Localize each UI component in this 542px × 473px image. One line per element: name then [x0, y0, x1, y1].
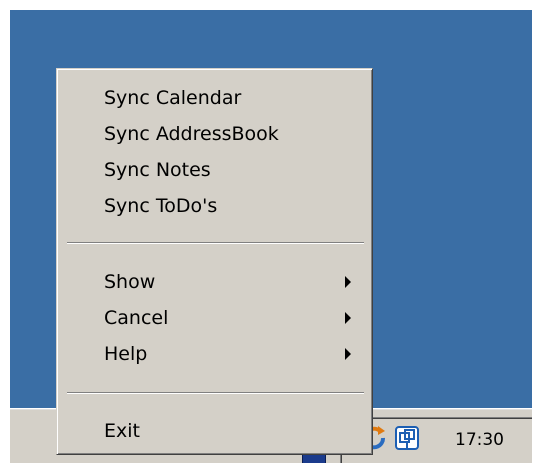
menu-item-show[interactable]: Show: [60, 264, 369, 300]
desktop: 17:30 Sync Calendar Sync AddressBook Syn…: [10, 10, 532, 463]
submenu-arrow-icon: [345, 276, 351, 288]
context-menu: Sync Calendar Sync AddressBook Sync Note…: [56, 68, 373, 455]
menu-item-label: Sync Calendar: [104, 87, 242, 109]
menu-item-label: Show: [104, 271, 156, 293]
menu-item-label: Cancel: [104, 307, 169, 329]
menu-item-sync-notes[interactable]: Sync Notes: [60, 152, 369, 188]
menu-separator: [67, 242, 364, 244]
menu-item-help[interactable]: Help: [60, 336, 369, 372]
menu-item-sync-todos[interactable]: Sync ToDo's: [60, 188, 369, 224]
menu-item-label: Sync Notes: [104, 159, 211, 181]
menu-separator: [67, 392, 364, 394]
submenu-arrow-icon: [345, 312, 351, 324]
menu-item-sync-addressbook[interactable]: Sync AddressBook: [60, 116, 369, 152]
menu-item-label: Sync AddressBook: [104, 123, 279, 145]
clock[interactable]: 17:30: [455, 430, 504, 450]
menu-item-label: Sync ToDo's: [104, 195, 218, 217]
network-icon[interactable]: [393, 424, 421, 452]
menu-item-label: Help: [104, 343, 148, 365]
menu-item-label: Exit: [104, 420, 140, 442]
menu-item-cancel[interactable]: Cancel: [60, 300, 369, 336]
menu-item-sync-calendar[interactable]: Sync Calendar: [60, 80, 369, 116]
menu-item-exit[interactable]: Exit: [60, 413, 369, 449]
submenu-arrow-icon: [345, 348, 351, 360]
